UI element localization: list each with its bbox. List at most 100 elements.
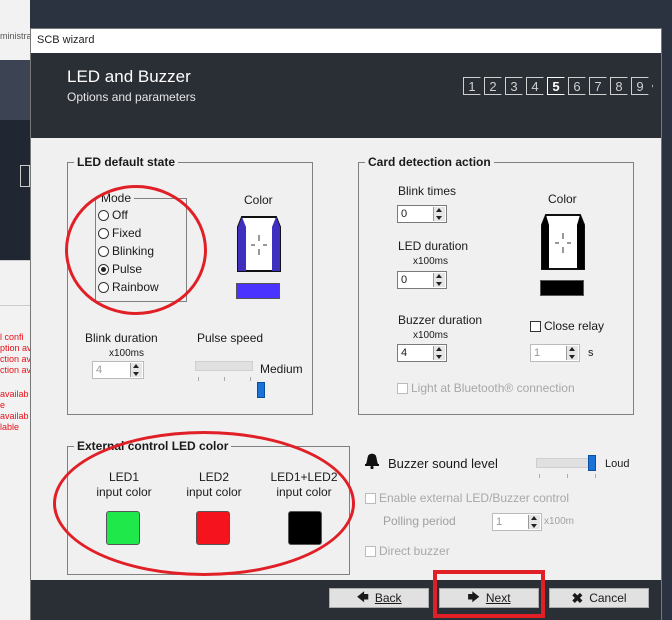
background-divider bbox=[0, 260, 30, 261]
slider-tick bbox=[567, 474, 568, 478]
cancel-button-label: Cancel bbox=[589, 591, 627, 605]
blink-duration-unit: x100ms bbox=[109, 348, 145, 359]
back-button[interactable]: 🡄 Back bbox=[329, 588, 429, 608]
card-detection-group: Card detection action Blink times 0 LED … bbox=[358, 155, 634, 415]
wizard-footer: 🡄 Back 🡆 Next ✖ Cancel bbox=[31, 570, 661, 620]
wizard-body: LED default state Mode Off Fixed Blinkin… bbox=[31, 138, 661, 580]
blink-duration-label: Blink duration bbox=[85, 331, 158, 345]
card-color-label: Color bbox=[548, 192, 577, 206]
checkbox-label: Light at Bluetooth® connection bbox=[411, 381, 575, 395]
step-9: 9 bbox=[631, 77, 653, 95]
bell-icon bbox=[365, 453, 379, 470]
step-1: 1 bbox=[463, 77, 485, 95]
close-relay-checkbox[interactable]: Close relay bbox=[530, 319, 604, 333]
pulse-speed-slider-thumb[interactable] bbox=[257, 382, 265, 398]
checkbox-label: Direct buzzer bbox=[379, 544, 450, 558]
background-warning-text: availab bbox=[0, 411, 29, 421]
reader-device-icon bbox=[237, 216, 281, 272]
polling-period-unit: x100m bbox=[544, 516, 575, 527]
step-7: 7 bbox=[589, 77, 611, 95]
spinner-arrows-icon[interactable] bbox=[433, 346, 445, 360]
slider-tick bbox=[595, 474, 596, 478]
title-bar[interactable]: SCB wizard bbox=[31, 29, 661, 53]
card-detection-legend: Card detection action bbox=[365, 155, 494, 169]
annotation-ellipse-external-led bbox=[53, 431, 355, 576]
spinner-value: 1 bbox=[496, 516, 503, 528]
background-panel bbox=[0, 120, 30, 260]
slider-tick bbox=[224, 377, 225, 381]
background-warning-text: l confi bbox=[0, 332, 24, 342]
spinner-arrows-icon[interactable] bbox=[528, 515, 540, 529]
checkbox-box[interactable] bbox=[365, 545, 376, 557]
buzzer-duration-spinner[interactable]: 4 bbox=[397, 344, 447, 362]
buzzer-level-slider[interactable] bbox=[536, 458, 596, 468]
led-color-label: Color bbox=[244, 193, 273, 207]
step-4: 4 bbox=[526, 77, 548, 95]
background-app-title: ministra bbox=[0, 31, 30, 41]
background-field bbox=[20, 165, 30, 187]
cancel-button[interactable]: ✖ Cancel bbox=[549, 588, 649, 608]
background-warning-text: lable bbox=[0, 422, 20, 432]
wizard-header: LED and Buzzer Options and parameters 1 … bbox=[31, 53, 661, 138]
background-divider bbox=[0, 305, 30, 306]
spinner-arrows-icon[interactable] bbox=[433, 273, 445, 287]
slider-tick bbox=[539, 474, 540, 478]
step-5-active: 5 bbox=[547, 77, 569, 95]
blink-times-spinner[interactable]: 0 bbox=[397, 205, 447, 223]
background-header bbox=[0, 60, 30, 120]
annotation-rect-next bbox=[433, 570, 545, 618]
spinner-value: 4 bbox=[96, 364, 103, 376]
buzzer-level-slider-thumb[interactable] bbox=[588, 455, 596, 471]
checkbox-box[interactable] bbox=[397, 382, 408, 394]
bluetooth-light-checkbox[interactable]: Light at Bluetooth® connection bbox=[397, 381, 575, 395]
background-warning-text: availab bbox=[0, 389, 29, 399]
step-2: 2 bbox=[484, 77, 506, 95]
blink-duration-spinner[interactable]: 4 bbox=[92, 361, 144, 379]
spinner-value: 0 bbox=[401, 208, 408, 220]
led-color-swatch[interactable] bbox=[236, 283, 280, 299]
step-8: 8 bbox=[610, 77, 632, 95]
background-warning-text: ption av bbox=[0, 343, 30, 353]
spinner-arrows-icon[interactable] bbox=[130, 363, 142, 377]
relay-duration-spinner[interactable]: 1 bbox=[530, 344, 580, 362]
annotation-ellipse-mode bbox=[65, 185, 207, 315]
polling-period-label: Polling period bbox=[383, 514, 456, 528]
buzzer-level-value: Loud bbox=[605, 458, 630, 470]
window-title: SCB wizard bbox=[37, 34, 95, 46]
relay-unit: s bbox=[588, 347, 594, 359]
pulse-speed-label: Pulse speed bbox=[197, 331, 264, 345]
card-color-swatch[interactable] bbox=[540, 280, 584, 296]
background-warning-text: ction av bbox=[0, 365, 30, 375]
slider-tick bbox=[250, 377, 251, 381]
back-button-label: Back bbox=[374, 591, 402, 605]
close-icon: ✖ bbox=[571, 589, 584, 606]
spinner-arrows-icon[interactable] bbox=[566, 346, 578, 360]
page-title: LED and Buzzer bbox=[67, 67, 191, 86]
pulse-speed-value: Medium bbox=[260, 362, 303, 376]
wizard-dialog: SCB wizard LED and Buzzer Options and pa… bbox=[30, 28, 662, 620]
reader-device-icon bbox=[541, 214, 585, 270]
step-6: 6 bbox=[568, 77, 590, 95]
blink-times-label: Blink times bbox=[398, 184, 457, 198]
checkbox-label: Enable external LED/Buzzer control bbox=[379, 491, 570, 505]
led-duration-label: LED duration bbox=[398, 239, 469, 253]
direct-buzzer-checkbox[interactable]: Direct buzzer bbox=[365, 544, 450, 558]
checkbox-label: Close relay bbox=[544, 319, 605, 333]
led-duration-spinner[interactable]: 0 bbox=[397, 271, 447, 289]
checkbox-box[interactable] bbox=[365, 492, 376, 504]
spinner-value: 1 bbox=[534, 347, 541, 359]
checkbox-box[interactable] bbox=[530, 320, 541, 332]
spinner-value: 0 bbox=[401, 274, 408, 286]
led-duration-unit: x100ms bbox=[413, 256, 449, 267]
buzzer-duration-unit: x100ms bbox=[413, 330, 449, 341]
buzzer-duration-label: Buzzer duration bbox=[398, 313, 483, 327]
pulse-speed-slider[interactable] bbox=[195, 361, 253, 371]
buzzer-sound-label: Buzzer sound level bbox=[388, 456, 498, 471]
spinner-value: 4 bbox=[401, 347, 408, 359]
enable-external-control-checkbox[interactable]: Enable external LED/Buzzer control bbox=[365, 491, 569, 505]
spinner-arrows-icon[interactable] bbox=[433, 207, 445, 221]
arrow-left-icon: 🡄 bbox=[356, 589, 369, 604]
step-indicator: 1 2 3 4 5 6 7 8 9 bbox=[463, 77, 653, 95]
step-3: 3 bbox=[505, 77, 527, 95]
polling-period-spinner[interactable]: 1 bbox=[492, 513, 542, 531]
